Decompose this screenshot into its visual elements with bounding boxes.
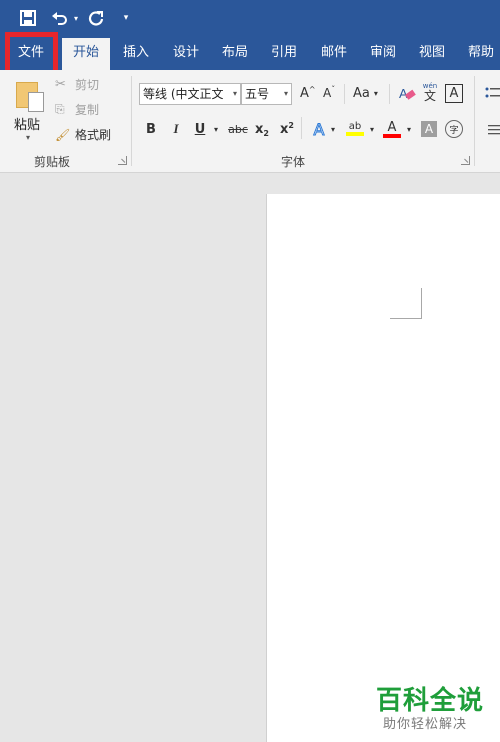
tab-design[interactable]: 设计 (164, 36, 208, 70)
group-separator (474, 76, 475, 166)
character-border-button[interactable]: A (445, 84, 463, 103)
format-painter-button[interactable]: 🖌 格式刷 (55, 126, 111, 143)
tab-mailings[interactable]: 邮件 (312, 36, 356, 70)
underline-button[interactable]: U (191, 118, 209, 140)
shrink-arrow-icon: ˇ (331, 84, 336, 94)
clipboard-dialog-launcher-icon[interactable] (118, 156, 127, 165)
copy-label: 复制 (75, 103, 100, 117)
scissors-icon: ✂ (55, 77, 66, 92)
redo-icon[interactable] (86, 6, 106, 30)
font-color-button[interactable]: A (381, 118, 403, 140)
font-color-bar (383, 133, 401, 138)
save-icon[interactable] (18, 6, 38, 30)
ribbon-home: 粘贴 ▾ ✂ 剪切 ⎘ 复制 🖌 格式刷 剪贴板 等线 (中文正文 ▾ 五号 ▾… (0, 70, 500, 173)
strikethrough-button[interactable]: abc (226, 118, 250, 140)
clipboard-group-label: 剪贴板 (34, 155, 71, 169)
tab-help[interactable]: 帮助 (459, 36, 500, 70)
paste-dropdown-icon[interactable]: ▾ (26, 133, 30, 142)
grow-font-icon: A (300, 86, 309, 101)
margin-corner-mark (390, 288, 422, 319)
undo-icon[interactable] (49, 6, 71, 30)
document-page[interactable] (266, 194, 500, 742)
inner-separator (344, 84, 345, 104)
superscript-button[interactable]: x2 (278, 118, 296, 140)
font-color-dropdown-icon[interactable]: ▾ (405, 118, 413, 140)
highlight-dropdown-icon[interactable]: ▾ (368, 118, 376, 140)
text-effects-dropdown-icon[interactable]: ▾ (329, 118, 337, 140)
paste-button[interactable]: 粘贴 ▾ (12, 78, 48, 142)
character-shading-button[interactable]: A (421, 121, 437, 137)
font-name-combo[interactable]: 等线 (中文正文 ▾ (139, 83, 241, 105)
ribbon-tabs: 文件 开始 插入 设计 布局 引用 邮件 审阅 视图 帮助 (0, 36, 500, 70)
cut-label: 剪切 (75, 78, 100, 92)
superscript-x: x (280, 121, 289, 137)
format-painter-label: 格式刷 (75, 128, 112, 142)
group-separator (131, 76, 132, 166)
tab-review[interactable]: 审阅 (361, 36, 405, 70)
phonetic-guide-button[interactable]: wén 文 (421, 82, 439, 106)
watermark-logo-text: 百科全说 (376, 686, 485, 716)
inner-separator (301, 117, 302, 139)
tab-home[interactable]: 开始 (62, 38, 110, 70)
tab-view[interactable]: 视图 (410, 36, 454, 70)
paste-page-icon (28, 92, 44, 112)
font-dialog-launcher-icon[interactable] (461, 156, 470, 165)
font-size-combo[interactable]: 五号 ▾ (241, 83, 292, 105)
subscript-mark: 2 (263, 128, 269, 138)
highlight-ab: ab (348, 121, 362, 132)
tab-layout[interactable]: 布局 (213, 36, 257, 70)
cut-button[interactable]: ✂ 剪切 (55, 76, 99, 93)
italic-button[interactable]: I (167, 118, 185, 140)
align-left-icon[interactable] (488, 122, 500, 136)
font-size-value: 五号 (245, 87, 270, 101)
customize-qat-icon[interactable]: ▾ (120, 6, 132, 30)
change-case-icon: Aa (353, 86, 370, 101)
underline-dropdown-icon[interactable]: ▾ (211, 118, 221, 140)
highlight-color-bar (346, 132, 364, 136)
quick-access-toolbar: ▾ ▾ (0, 0, 500, 36)
highlight-button[interactable]: ab (344, 118, 366, 140)
font-name-dropdown-icon: ▾ (232, 89, 237, 98)
font-group-label: 字体 (281, 155, 306, 169)
inner-separator (389, 84, 390, 104)
eraser-icon: A (399, 86, 416, 101)
grow-arrow-icon: ^ (308, 85, 316, 94)
text-effects-button[interactable]: A (309, 118, 329, 140)
font-name-value: 等线 (中文正文 (143, 87, 224, 101)
phonetic-bottom: 文 (423, 89, 436, 103)
watermark-tagline: 助你轻松解决 (383, 717, 468, 732)
shrink-font-button[interactable]: Aˇ (323, 84, 336, 101)
copy-icon: ⎘ (55, 102, 65, 116)
change-case-dropdown-icon: ▾ (373, 89, 378, 98)
paintbrush-icon: 🖌 (55, 127, 71, 142)
shrink-font-icon: A (323, 86, 332, 100)
tab-references[interactable]: 引用 (262, 36, 306, 70)
superscript-mark: 2 (288, 120, 294, 130)
change-case-button[interactable]: Aa ▾ (353, 86, 378, 101)
subscript-button[interactable]: x2 (253, 118, 271, 140)
copy-button[interactable]: ⎘ 复制 (55, 101, 99, 118)
font-color-a: A (387, 119, 397, 135)
bold-button[interactable]: B (142, 118, 160, 140)
paste-label: 粘贴 (14, 118, 41, 133)
tab-insert[interactable]: 插入 (114, 36, 158, 70)
grow-font-button[interactable]: A ^ (300, 85, 316, 101)
subscript-x: x (255, 121, 264, 137)
font-size-dropdown-icon: ▾ (283, 89, 288, 98)
clear-formatting-button[interactable]: A (398, 84, 416, 102)
svg-text:A: A (399, 86, 408, 101)
undo-dropdown-icon[interactable]: ▾ (72, 6, 80, 30)
enclose-characters-button[interactable]: 字 (445, 120, 463, 138)
bullets-icon[interactable] (484, 85, 500, 101)
